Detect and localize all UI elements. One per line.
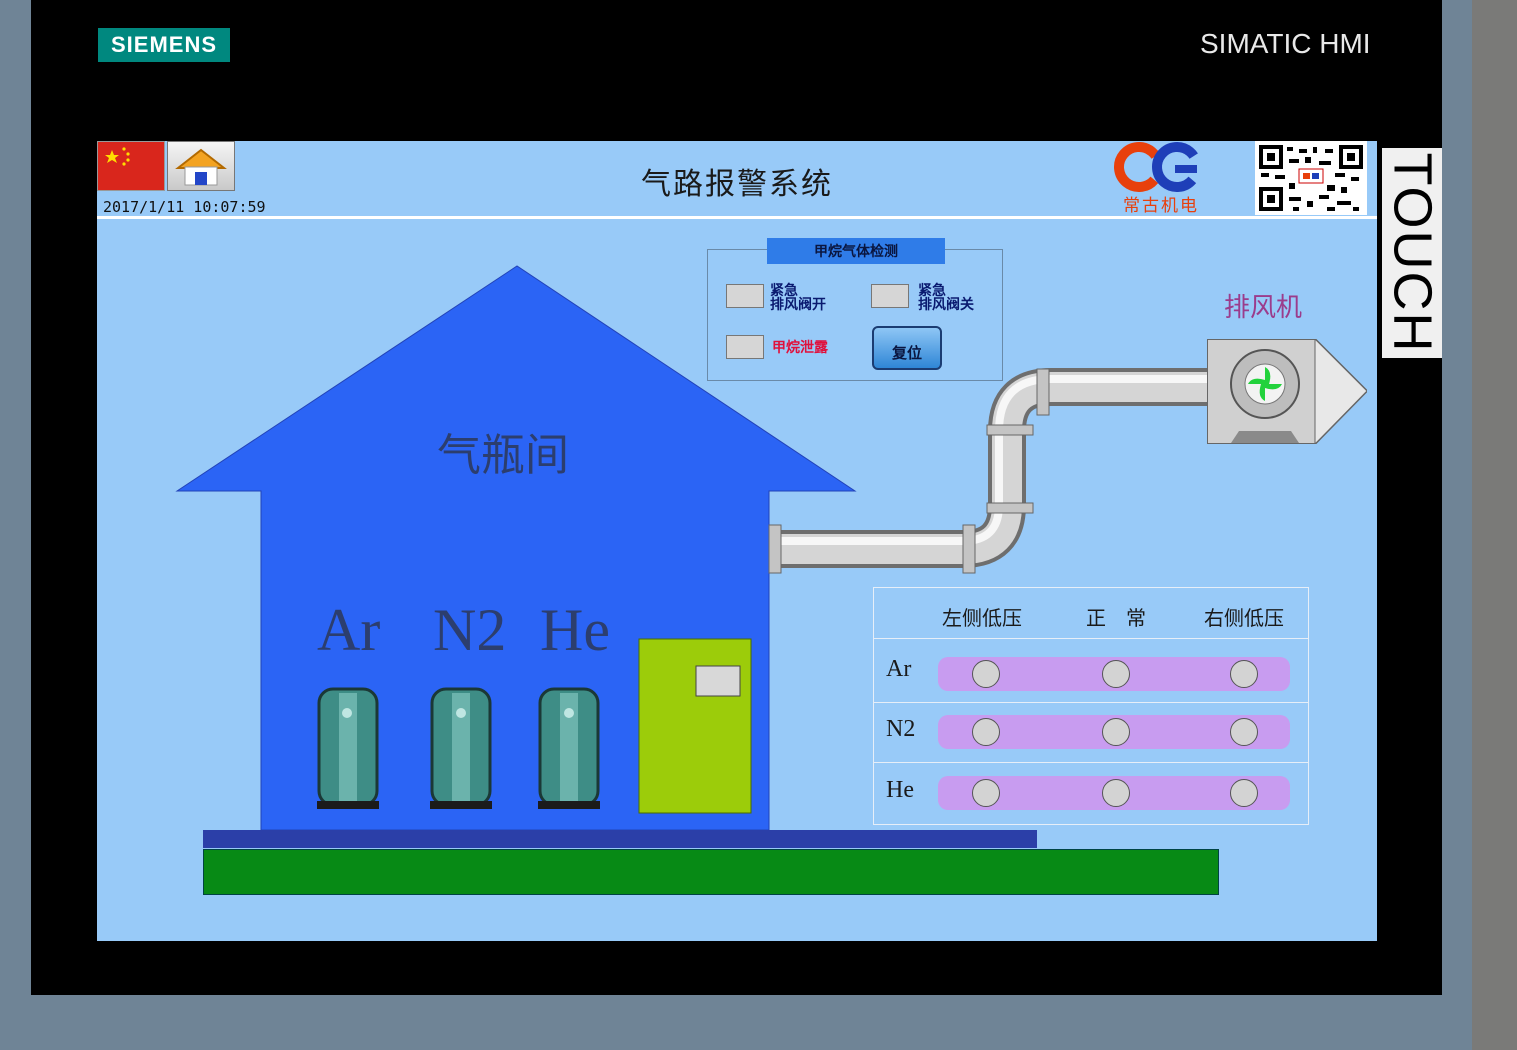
touch-label: TOUCH [1382,148,1442,358]
n2-right-low-lamp [1230,718,1258,746]
bezel-gap [1442,0,1472,1050]
methane-leak-indicator [726,335,764,359]
he-right-low-lamp [1230,779,1258,807]
emergency-open-line1: 紧急 [770,283,798,299]
simatic-hmi-label: SIMATIC HMI [1200,28,1371,59]
pressure-status-table: 左侧低压 正 常 右侧低压 Ar N2 He [873,587,1309,825]
hmi-screen: 2017/1/11 10:07:59 气路报警系统 常古机电 气瓶间 Ar N2… [97,141,1377,941]
side-strip [1472,0,1517,1050]
table-row [938,657,1290,691]
he-normal-lamp [1102,779,1130,807]
cylinder-n2 [430,687,492,809]
exhaust-fan[interactable] [1207,339,1367,444]
table-row [938,715,1290,749]
gas-label-n2: N2 [433,597,507,663]
row-label-ar: Ar [886,656,912,682]
reset-button-label: 复位 [892,344,923,362]
methane-leak-label: 甲烷泄露 [772,340,828,356]
room-floor [203,830,1037,848]
emergency-open-label: 紧急 排风阀开 [770,284,826,312]
col-left-low: 左侧低压 [942,606,1022,630]
emergency-close-indicator [871,284,909,308]
he-left-low-lamp [972,779,1000,807]
cylinder-ar [317,687,379,809]
n2-left-low-lamp [972,718,1000,746]
emergency-close-label: 紧急 排风阀关 [918,284,974,312]
exhaust-fan-label: 排风机 [1224,293,1303,323]
ar-normal-lamp [1102,660,1130,688]
exhaust-pipe [775,368,1209,568]
door-window [695,665,741,697]
row-label-he: He [886,777,914,803]
methane-panel-title: 甲烷气体检测 [767,238,945,264]
room-label: 气瓶间 [437,430,569,481]
room-door [638,638,752,814]
emergency-open-indicator [726,284,764,308]
table-divider [874,762,1308,763]
table-row [938,776,1290,810]
ar-left-low-lamp [972,660,1000,688]
emergency-close-line1: 紧急 [918,283,946,299]
table-divider [874,638,1308,639]
emergency-open-line2: 排风阀开 [770,297,826,313]
row-label-n2: N2 [886,716,916,742]
gas-label-ar: Ar [317,597,381,663]
n2-normal-lamp [1102,718,1130,746]
methane-detection-panel: 甲烷气体检测 紧急 排风阀开 紧急 排风阀关 甲烷泄露 复位 [707,238,1003,381]
reset-button[interactable]: 复位 [872,326,942,370]
siemens-logo: SIEMENS [98,28,230,62]
table-divider [874,702,1308,703]
touch-text: TOUCH [1382,152,1443,354]
ar-right-low-lamp [1230,660,1258,688]
ground-base [203,849,1219,895]
cylinder-he [538,687,600,809]
emergency-close-line2: 排风阀关 [918,297,974,313]
col-right-low: 右侧低压 [1204,606,1284,630]
col-normal: 正 常 [1086,606,1146,630]
gas-label-he: He [540,597,610,663]
